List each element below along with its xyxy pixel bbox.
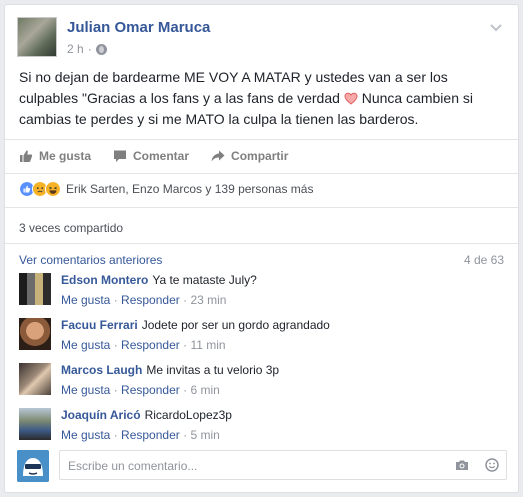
commenter-avatar[interactable] [19,318,51,350]
comment-body: Edson Montero Ya te mataste July? [61,273,257,287]
post-text: Si no dejan de bardearme ME VOY A MATAR … [19,67,509,130]
divider [5,139,518,140]
dot-separator: · [113,428,122,442]
comment-body: Facuu Ferrari Jodete por ser un gordo agr… [61,318,330,332]
dot-separator: · [87,42,92,56]
chevron-down-icon[interactable] [489,21,503,35]
comment-reply-link[interactable]: Responder [121,383,180,397]
comment-item: Edson Montero Ya te mataste July? Me gust… [19,273,509,313]
comment-button-label: Comentar [133,149,190,163]
divider [5,243,518,244]
comment-text: Me invitas a tu velorio 3p [146,363,280,377]
author-name[interactable]: Julian Omar Maruca [67,19,210,36]
emoji-icon[interactable] [485,458,499,472]
dot-separator: · [113,338,122,352]
comment-item: Marcos Laugh Me invitas a tu velorio 3p M… [19,363,509,403]
post-meta: 2 h · [67,42,107,56]
comment-item: Facuu Ferrari Jodete por ser un gordo agr… [19,318,509,358]
dot-separator: · [113,383,122,397]
share-button[interactable]: Compartir [211,149,288,163]
comment-item: Joaquín Aricó RicardoLopez3p Me gusta · R… [19,408,509,448]
globe-icon[interactable] [95,43,107,55]
commenter-name[interactable]: Edson Montero [61,273,148,287]
comment-like-link[interactable]: Me gusta [61,383,110,397]
heart-emoji-icon [344,92,358,105]
view-previous-comments-link[interactable]: Ver comentarios anteriores [19,253,162,267]
speech-bubble-icon [114,150,127,162]
shares-count[interactable]: 3 veces compartido [19,221,123,235]
post-header: Julian Omar Maruca 2 h · [17,17,507,61]
comment-meta: Me gusta · Responder · 23 min [61,293,226,307]
author-avatar[interactable] [17,17,57,57]
haha-icon [45,181,61,197]
comment-time[interactable]: 23 min [190,293,226,307]
comment-reply-link[interactable]: Responder [121,338,180,352]
commenter-avatar[interactable] [19,363,51,395]
comment-text: Jodete por ser un gordo agrandado [141,318,330,332]
comment-text: RicardoLopez3p [144,408,232,422]
comment-input[interactable]: Escribe un comentario... [59,450,507,480]
comment-like-link[interactable]: Me gusta [61,293,110,307]
comment-meta: Me gusta · Responder · 11 min [61,338,226,352]
commenter-avatar[interactable] [19,273,51,305]
reactions-summary[interactable]: Erik Sarten, Enzo Marcos y 139 personas … [19,180,313,198]
commenter-avatar[interactable] [19,408,51,440]
share-arrow-icon [211,150,225,162]
comment-reply-link[interactable]: Responder [121,293,180,307]
thumbs-up-icon [20,150,33,162]
post-card: Julian Omar Maruca 2 h · Si no dejan de … [4,4,519,493]
comment-time[interactable]: 5 min [190,428,219,442]
share-button-label: Compartir [231,149,289,163]
like-button-label: Me gusta [39,149,92,163]
comment-button[interactable]: Comentar [113,149,189,163]
comment-body: Marcos Laugh Me invitas a tu velorio 3p [61,363,279,377]
post-actions: Me gusta Comentar Compartir [19,143,507,169]
comment-like-link[interactable]: Me gusta [61,428,110,442]
like-button[interactable]: Me gusta [19,149,91,163]
current-user-avatar[interactable] [17,450,49,482]
post-time[interactable]: 2 h [67,42,84,56]
divider [5,207,518,208]
comment-text: Ya te mataste July? [152,273,257,287]
commenter-name[interactable]: Facuu Ferrari [61,318,138,332]
camera-icon[interactable] [455,458,469,472]
comment-meta: Me gusta · Responder · 6 min [61,383,220,397]
divider [5,173,518,174]
commenter-name[interactable]: Joaquín Aricó [61,408,141,422]
comment-composer: Escribe un comentario... [17,449,507,483]
comment-meta: Me gusta · Responder · 5 min [61,428,220,442]
dot-separator: · [113,293,122,307]
comment-reply-link[interactable]: Responder [121,428,180,442]
comment-like-link[interactable]: Me gusta [61,338,110,352]
reactions-text[interactable]: Erik Sarten, Enzo Marcos y 139 personas … [66,182,313,196]
commenter-name[interactable]: Marcos Laugh [61,363,142,377]
comment-time[interactable]: 6 min [190,383,219,397]
comments-count: 4 de 63 [463,253,504,267]
comment-time[interactable]: 11 min [190,338,225,352]
comment-body: Joaquín Aricó RicardoLopez3p [61,408,232,422]
